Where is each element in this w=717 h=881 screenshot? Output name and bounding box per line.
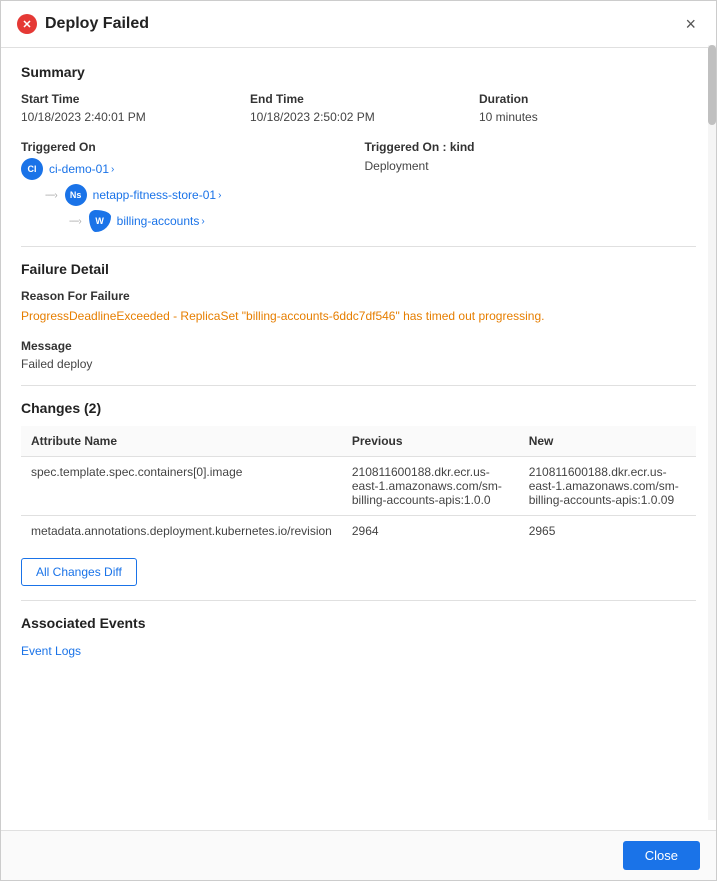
triggered-on-label: Triggered On: [21, 140, 353, 154]
col-previous: Previous: [342, 426, 519, 457]
failure-section: Failure Detail Reason For Failure Progre…: [21, 261, 696, 371]
deploy-failed-modal: Deploy Failed × Summary Start Time 10/18…: [0, 0, 717, 881]
badge-ci: CI: [21, 158, 43, 180]
message-label: Message: [21, 339, 696, 353]
summary-title: Summary: [21, 64, 696, 80]
new-0: 210811600188.dkr.ecr.us-east-1.amazonaws…: [519, 457, 696, 516]
modal-footer: Close: [1, 830, 716, 880]
duration-item: Duration 10 minutes: [479, 92, 696, 124]
reason-label: Reason For Failure: [21, 289, 696, 303]
scrollbar-rail: [708, 45, 716, 820]
chevron-icon-2: ›: [201, 216, 204, 227]
chevron-icon-1: ›: [218, 190, 221, 201]
chain-link-2[interactable]: billing-accounts ›: [117, 214, 205, 228]
changes-table-header: Attribute Name Previous New: [21, 426, 696, 457]
divider-2: [21, 385, 696, 386]
start-time-label: Start Time: [21, 92, 238, 106]
divider-3: [21, 600, 696, 601]
previous-0: 210811600188.dkr.ecr.us-east-1.amazonaws…: [342, 457, 519, 516]
associated-events-section: Associated Events Event Logs: [21, 615, 696, 658]
trigger-chain: CI ci-demo-01 › ----› Ns netapp-fitness-: [21, 158, 353, 232]
associated-title: Associated Events: [21, 615, 696, 631]
error-icon: [17, 14, 37, 34]
changes-table-body: spec.template.spec.containers[0].image 2…: [21, 457, 696, 547]
message-text: Failed deploy: [21, 357, 696, 371]
changes-title: Changes (2): [21, 400, 696, 416]
end-time-item: End Time 10/18/2023 2:50:02 PM: [250, 92, 467, 124]
triggered-kind-value: Deployment: [365, 159, 429, 173]
start-time-item: Start Time 10/18/2023 2:40:01 PM: [21, 92, 238, 124]
col-attribute: Attribute Name: [21, 426, 342, 457]
duration-value: 10 minutes: [479, 110, 538, 124]
badge-ns: Ns: [65, 184, 87, 206]
info-grid: Start Time 10/18/2023 2:40:01 PM End Tim…: [21, 92, 696, 124]
event-logs-link[interactable]: Event Logs: [21, 644, 81, 658]
triggered-grid: Triggered On CI ci-demo-01 › ----›: [21, 140, 696, 232]
all-changes-diff-button[interactable]: All Changes Diff: [21, 558, 137, 586]
chain-item-1: ----› Ns netapp-fitness-store-01 ›: [45, 184, 353, 206]
changes-section: Changes (2) Attribute Name Previous New …: [21, 400, 696, 586]
modal-header: Deploy Failed ×: [1, 1, 716, 48]
end-time-label: End Time: [250, 92, 467, 106]
divider-1: [21, 246, 696, 247]
end-time-value: 10/18/2023 2:50:02 PM: [250, 110, 375, 124]
title-group: Deploy Failed: [17, 14, 149, 34]
chain-item-0: CI ci-demo-01 ›: [21, 158, 353, 180]
new-1: 2965: [519, 516, 696, 547]
connector-1: ----›: [45, 190, 57, 201]
triggered-on-column: Triggered On CI ci-demo-01 › ----›: [21, 140, 353, 232]
changes-table: Attribute Name Previous New spec.templat…: [21, 426, 696, 546]
chevron-icon-0: ›: [111, 164, 114, 175]
modal-body: Summary Start Time 10/18/2023 2:40:01 PM…: [1, 48, 716, 830]
close-header-button[interactable]: ×: [681, 11, 700, 37]
attr-name-0: spec.template.spec.containers[0].image: [21, 457, 342, 516]
failure-title: Failure Detail: [21, 261, 696, 277]
modal-title: Deploy Failed: [45, 15, 149, 33]
attr-name-1: metadata.annotations.deployment.kubernet…: [21, 516, 342, 547]
badge-w: W: [89, 210, 111, 232]
table-row: spec.template.spec.containers[0].image 2…: [21, 457, 696, 516]
summary-section: Summary Start Time 10/18/2023 2:40:01 PM…: [21, 64, 696, 232]
chain-link-1[interactable]: netapp-fitness-store-01 ›: [93, 188, 222, 202]
triggered-kind-label: Triggered On : kind: [365, 140, 697, 154]
chain-link-0[interactable]: ci-demo-01 ›: [49, 162, 114, 176]
start-time-value: 10/18/2023 2:40:01 PM: [21, 110, 146, 124]
reason-text: ProgressDeadlineExceeded - ReplicaSet "b…: [21, 307, 696, 325]
duration-label: Duration: [479, 92, 696, 106]
chain-item-2: ----› W billing-accounts ›: [69, 210, 353, 232]
close-footer-button[interactable]: Close: [623, 841, 700, 870]
connector-2: ----›: [69, 216, 81, 227]
scrollbar-thumb[interactable]: [708, 45, 716, 125]
col-new: New: [519, 426, 696, 457]
previous-1: 2964: [342, 516, 519, 547]
changes-header-row: Attribute Name Previous New: [21, 426, 696, 457]
table-row: metadata.annotations.deployment.kubernet…: [21, 516, 696, 547]
triggered-kind-column: Triggered On : kind Deployment: [365, 140, 697, 232]
